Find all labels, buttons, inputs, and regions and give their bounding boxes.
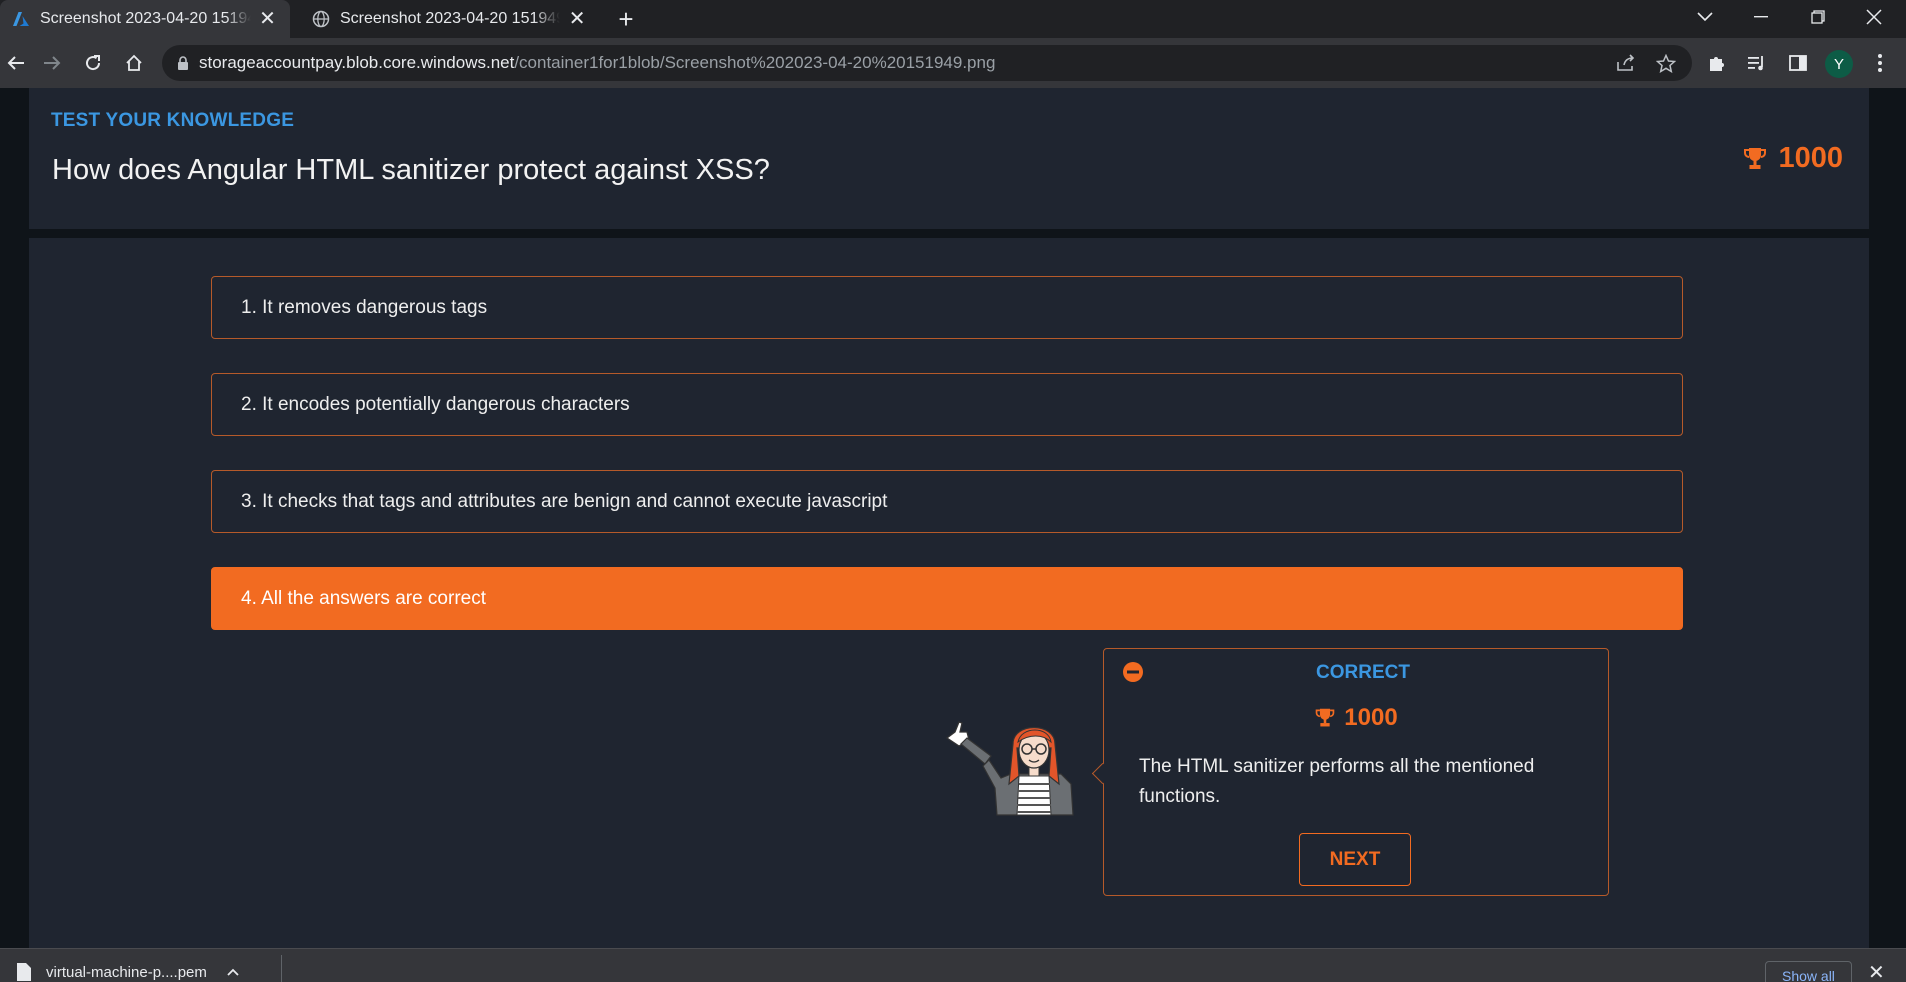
media-queue-icon[interactable]	[1744, 50, 1770, 76]
answer-label: 4. All the answers are correct	[241, 587, 486, 609]
answer-option-3[interactable]: 3. It checks that tags and attributes ar…	[211, 470, 1683, 533]
question-header: TEST YOUR KNOWLEDGE How does Angular HTM…	[29, 88, 1869, 229]
close-window-button[interactable]	[1846, 0, 1902, 34]
answer-label: 1. It removes dangerous tags	[241, 296, 488, 318]
feedback-score: 1000	[1104, 704, 1608, 732]
tab-strip: Screenshot 2023-04-20 151949.png ✕ Scree…	[0, 0, 1906, 38]
close-download-bar-icon[interactable]: ✕	[1868, 960, 1885, 982]
extensions-puzzle-icon[interactable]	[1704, 50, 1730, 76]
page-viewport: TEST YOUR KNOWLEDGE How does Angular HTM…	[0, 88, 1906, 948]
back-button[interactable]	[0, 47, 32, 79]
download-file-name: virtual-machine-p....pem	[46, 963, 207, 981]
browser-toolbar: storageaccountpay.blob.core.windows.net /…	[0, 38, 1906, 88]
tab-close-icon[interactable]: ✕	[259, 9, 276, 29]
mascot-illustration	[945, 721, 1074, 816]
next-button[interactable]: NEXT	[1299, 833, 1411, 886]
lock-icon[interactable]	[177, 55, 189, 71]
tab-title: Screenshot 2023-04-20 151949.png	[340, 10, 560, 27]
restore-button[interactable]	[1790, 0, 1846, 34]
reload-button[interactable]	[77, 47, 109, 79]
profile-avatar[interactable]: Y	[1825, 50, 1853, 78]
chevron-up-icon[interactable]	[227, 968, 239, 976]
address-bar[interactable]: storageaccountpay.blob.core.windows.net /…	[162, 45, 1692, 81]
trophy-icon	[1744, 147, 1767, 169]
file-icon	[17, 963, 31, 981]
feedback-explanation: The HTML sanitizer performs all the ment…	[1139, 756, 1535, 807]
forward-button[interactable]	[36, 47, 68, 79]
tab-active[interactable]: Screenshot 2023-04-20 151949.png ✕	[0, 0, 290, 38]
trophy-icon	[1315, 708, 1335, 727]
section-kicker: TEST YOUR KNOWLEDGE	[51, 110, 295, 131]
answer-option-2[interactable]: 2. It encodes potentially dangerous char…	[211, 373, 1683, 436]
side-panel-icon[interactable]	[1785, 50, 1811, 76]
answer-option-4-selected[interactable]: 4. All the answers are correct	[211, 567, 1683, 630]
bookmark-star-icon[interactable]	[1656, 45, 1676, 81]
url-path: /container1for1blob/Screenshot%202023-04…	[514, 53, 996, 72]
chrome-menu-icon[interactable]	[1867, 50, 1893, 76]
download-divider	[281, 955, 282, 982]
download-item[interactable]: virtual-machine-p....pem	[16, 955, 239, 982]
tab-search-icon[interactable]	[1677, 0, 1733, 34]
new-tab-button[interactable]: +	[610, 4, 642, 36]
globe-icon	[312, 10, 330, 28]
url-host: storageaccountpay.blob.core.windows.net	[199, 53, 515, 72]
share-icon[interactable]	[1616, 45, 1636, 81]
answer-option-1[interactable]: 1. It removes dangerous tags	[211, 276, 1683, 339]
answer-label: 3. It checks that tags and attributes ar…	[241, 490, 888, 512]
show-all-button[interactable]: Show all	[1765, 961, 1852, 982]
answer-label: 2. It encodes potentially dangerous char…	[241, 393, 630, 415]
question-title: How does Angular HTML sanitizer protect …	[52, 154, 770, 186]
total-score-value: 1000	[1778, 142, 1843, 174]
tab-inactive[interactable]: Screenshot 2023-04-20 151949.png ✕	[300, 0, 600, 38]
azure-icon	[13, 12, 29, 26]
feedback-status: CORRECT	[1316, 662, 1410, 683]
feedback-popup: CORRECT 1000 The HTML sanitizer performs…	[1103, 648, 1609, 896]
home-button[interactable]	[118, 47, 150, 79]
tab-close-icon[interactable]: ✕	[568, 9, 586, 29]
feedback-score-value: 1000	[1344, 704, 1398, 731]
download-bar: virtual-machine-p....pem Show all ✕	[0, 948, 1906, 982]
minimize-button[interactable]	[1733, 0, 1789, 34]
tab-title: Screenshot 2023-04-20 151949.png	[40, 10, 251, 27]
total-score: 1000	[1742, 142, 1843, 175]
